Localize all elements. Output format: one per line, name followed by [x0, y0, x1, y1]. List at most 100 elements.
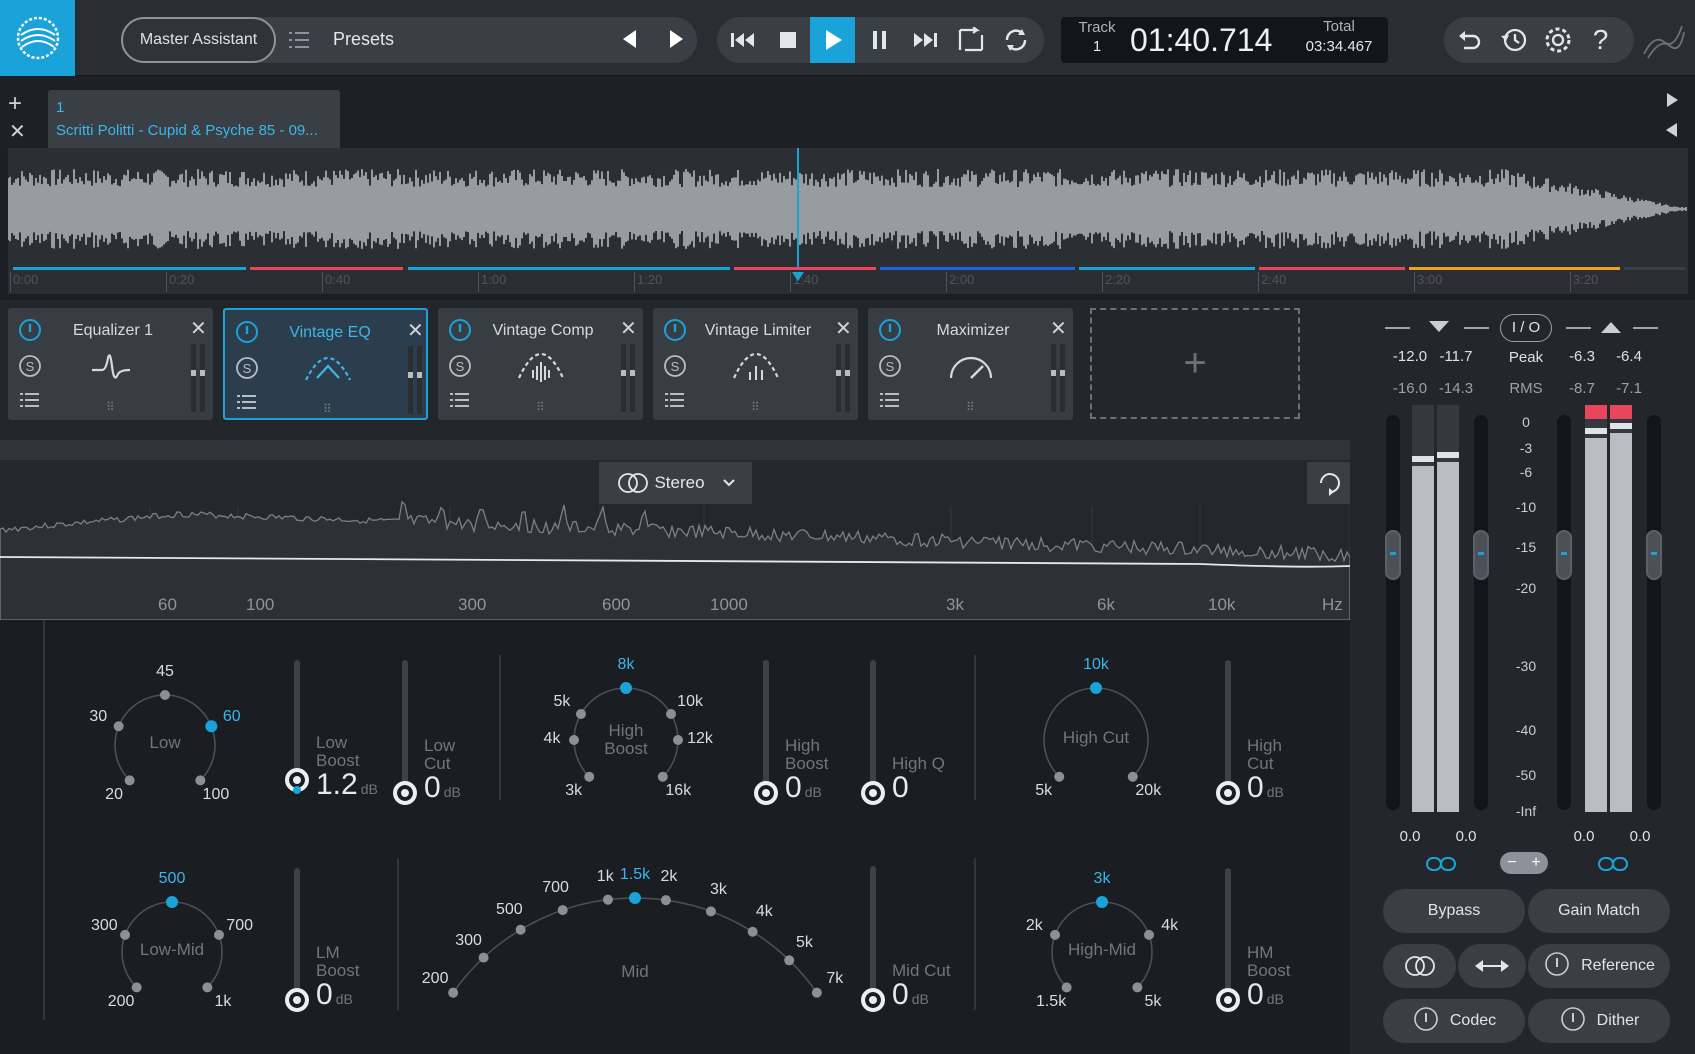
output-gain-left-track[interactable] [1557, 415, 1571, 810]
output-link-icon[interactable] [1597, 855, 1629, 878]
high-cut-slider-track[interactable] [1225, 660, 1231, 793]
drag-handle-icon[interactable]: ⠿ [966, 400, 976, 414]
power-icon[interactable] [448, 318, 472, 347]
undo-icon[interactable] [1446, 17, 1491, 63]
module-menu-icon[interactable] [665, 392, 685, 413]
input-gain-left-handle[interactable] [1385, 530, 1401, 580]
mid-step-label[interactable]: 200 [415, 970, 455, 988]
high-boost-slider-track[interactable] [763, 660, 769, 793]
dither-button[interactable]: Dither [1528, 999, 1670, 1043]
module-equalizer-1[interactable]: Equalizer 1 S ✕ ⠿ [8, 308, 213, 420]
mid-step-label[interactable]: 5k [784, 934, 824, 952]
input-gain-left-track[interactable] [1386, 415, 1400, 810]
low-mid-step-label[interactable]: 200 [101, 993, 141, 1011]
low-cut-slider-track[interactable] [402, 660, 408, 793]
close-module-icon[interactable]: ✕ [620, 316, 637, 341]
hm-boost-slider-track[interactable] [1225, 868, 1231, 1000]
mid-step-label[interactable]: 500 [489, 901, 529, 919]
hm-boost-slider-handle[interactable] [1216, 988, 1240, 1012]
solo-icon[interactable]: S [235, 356, 259, 385]
gain-match-button[interactable]: Gain Match [1528, 889, 1670, 933]
low-step-label[interactable]: 20 [94, 786, 134, 804]
drag-handle-icon[interactable]: ⠿ [536, 400, 546, 414]
history-icon[interactable] [1491, 17, 1536, 63]
module-vintage-limiter[interactable]: Vintage Limiter S ✕ ⠿ [653, 308, 858, 420]
waveform-display[interactable] [7, 148, 1688, 271]
high-mid-step-label[interactable]: 2k [1014, 917, 1054, 935]
presets-label[interactable]: Presets [333, 29, 394, 50]
prev-preset-icon[interactable] [620, 28, 638, 55]
low-step-label[interactable]: 100 [196, 786, 236, 804]
high-boost-step-label[interactable]: 10k [670, 693, 710, 711]
high-cut-step-label[interactable]: 20k [1128, 782, 1168, 800]
low-cut-slider-handle[interactable] [393, 781, 417, 805]
track-tab[interactable] [48, 90, 340, 148]
drag-handle-icon[interactable]: ⠿ [751, 400, 761, 414]
mid-step-label[interactable]: 700 [536, 879, 576, 897]
drag-handle-icon[interactable]: ⠿ [323, 402, 333, 416]
scroll-right-icon[interactable] [1665, 92, 1679, 113]
mid-side-toggle-icon[interactable]: − + [1500, 852, 1548, 874]
help-icon[interactable]: ? [1578, 17, 1623, 63]
add-track-icon[interactable]: + [8, 90, 22, 118]
low-mid-step-label[interactable]: 500 [152, 870, 192, 888]
next-preset-icon[interactable] [668, 28, 686, 55]
high-cut-slider-handle[interactable] [1216, 781, 1240, 805]
module-menu-icon[interactable] [237, 394, 257, 415]
high-boost-step-label[interactable]: 12k [680, 730, 720, 748]
close-module-icon[interactable]: ✕ [835, 316, 852, 341]
rewind-start-icon[interactable] [720, 17, 765, 63]
output-clip-right[interactable] [1610, 405, 1632, 419]
input-link-icon[interactable] [1425, 855, 1457, 878]
high-boost-slider-handle[interactable] [754, 781, 778, 805]
output-gain-left-handle[interactable] [1556, 530, 1572, 580]
mid-step-label[interactable]: 300 [449, 932, 489, 950]
high-mid-step-label[interactable]: 3k [1082, 870, 1122, 888]
ozone-logo[interactable] [0, 0, 75, 76]
mid-cut-slider-track[interactable] [870, 866, 876, 1000]
low-mid-step-label[interactable]: 700 [220, 917, 260, 935]
loop-range-icon[interactable] [948, 17, 993, 63]
close-module-icon[interactable]: ✕ [1050, 316, 1067, 341]
high-boost-step-label[interactable]: 16k [658, 782, 698, 800]
input-gain-right-track[interactable] [1474, 415, 1488, 810]
mid-step-label[interactable]: 3k [698, 881, 738, 899]
power-icon[interactable] [235, 320, 259, 349]
playhead-marker-icon[interactable] [792, 272, 804, 281]
loop-icon[interactable] [993, 17, 1038, 63]
settings-gear-icon[interactable] [1535, 17, 1580, 63]
remove-track-icon[interactable]: ✕ [9, 119, 26, 144]
scroll-left-icon[interactable] [1665, 122, 1679, 143]
module-menu-icon[interactable] [450, 392, 470, 413]
swap-channels-button[interactable] [1458, 944, 1526, 988]
high-q-slider-handle[interactable] [861, 781, 885, 805]
preset-list-icon[interactable] [289, 30, 311, 55]
high-mid-step-label[interactable]: 1.5k [1031, 993, 1071, 1011]
solo-icon[interactable]: S [18, 354, 42, 383]
izotope-signature-icon[interactable] [1640, 20, 1686, 67]
play-button[interactable] [810, 17, 855, 63]
add-module-button[interactable]: + [1090, 308, 1300, 419]
solo-icon[interactable]: S [663, 354, 687, 383]
module-menu-icon[interactable] [880, 392, 900, 413]
reference-button[interactable]: Reference [1528, 944, 1670, 988]
output-gain-right-track[interactable] [1647, 415, 1661, 810]
close-module-icon[interactable]: ✕ [407, 318, 424, 343]
high-cut-step-label[interactable]: 10k [1076, 656, 1116, 674]
mid-step-label[interactable]: 7k [815, 970, 855, 988]
low-mid-step-label[interactable]: 1k [203, 993, 243, 1011]
lm-boost-slider-handle[interactable] [285, 988, 309, 1012]
low-step-label[interactable]: 60 [212, 708, 252, 726]
skip-end-icon[interactable] [902, 17, 947, 63]
high-boost-step-label[interactable]: 5k [542, 693, 582, 711]
close-module-icon[interactable]: ✕ [190, 316, 207, 341]
io-toggle-button[interactable]: I / O [1500, 314, 1552, 342]
drag-handle-icon[interactable]: ⠿ [106, 400, 116, 414]
high-mid-step-label[interactable]: 4k [1150, 917, 1190, 935]
input-gain-right-handle[interactable] [1473, 530, 1489, 580]
bypass-button[interactable]: Bypass [1383, 889, 1525, 933]
mid-cut-slider-handle[interactable] [861, 988, 885, 1012]
mid-step-label[interactable]: 2k [649, 868, 689, 886]
module-vintage-eq[interactable]: Vintage EQ S ✕ ⠿ [223, 308, 428, 420]
lm-boost-slider-track[interactable] [294, 868, 300, 1000]
